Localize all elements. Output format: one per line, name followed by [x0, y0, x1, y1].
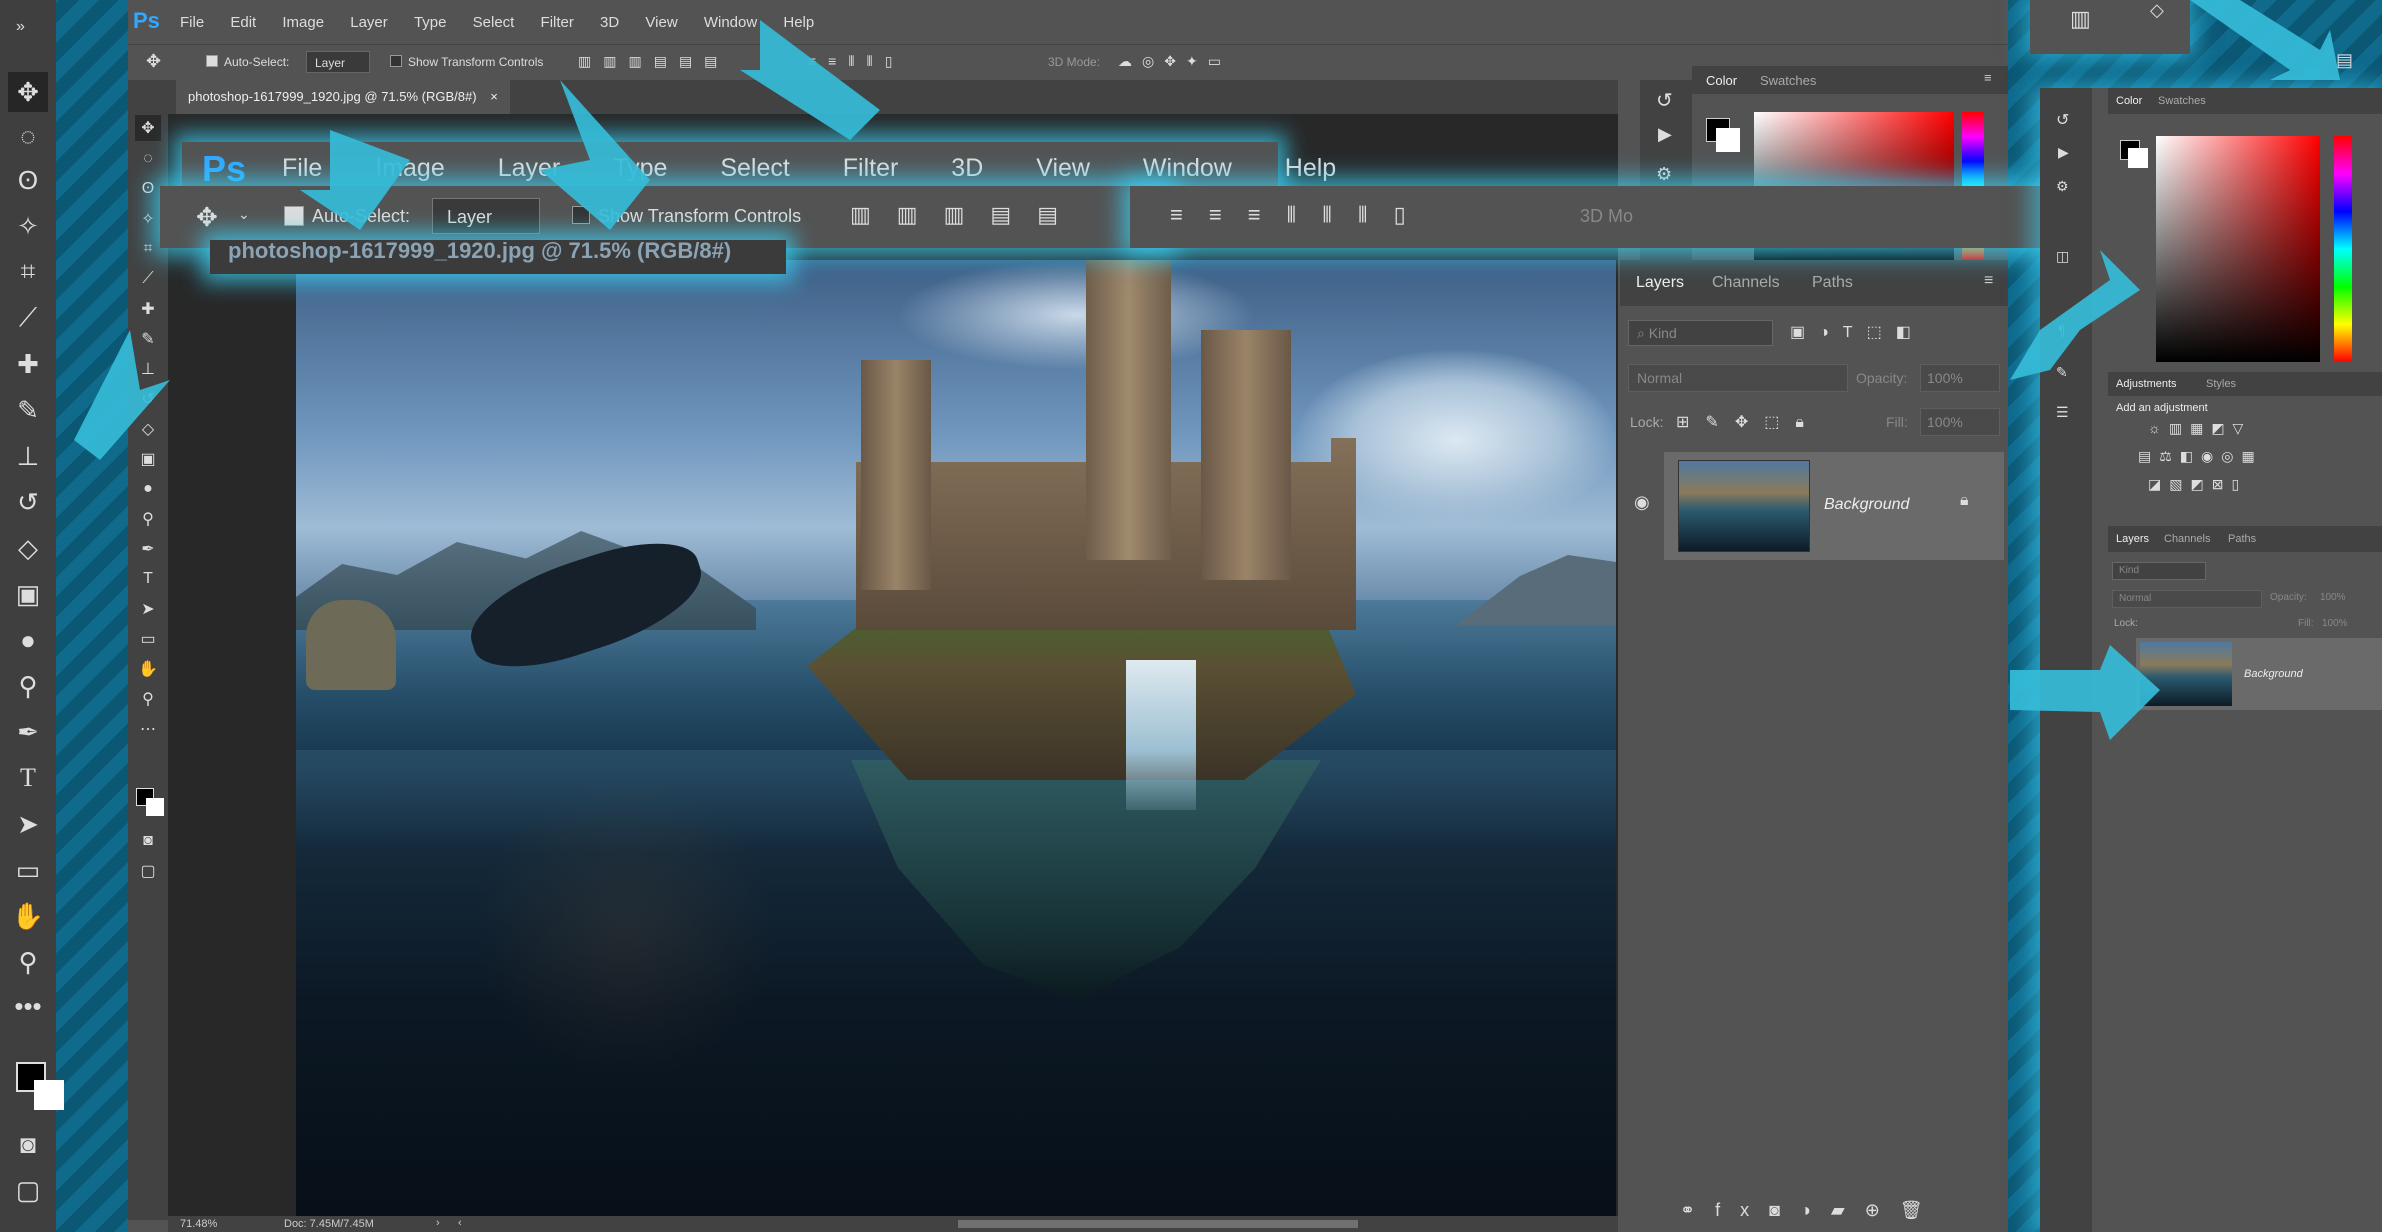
arrow	[300, 130, 410, 230]
annotation-arrows	[74, 0, 2340, 740]
arrow	[2010, 250, 2140, 380]
arrow	[2010, 645, 2160, 740]
arrow	[740, 20, 880, 140]
arrow	[2190, 0, 2340, 80]
arrow	[74, 330, 170, 460]
arrow	[540, 80, 650, 230]
